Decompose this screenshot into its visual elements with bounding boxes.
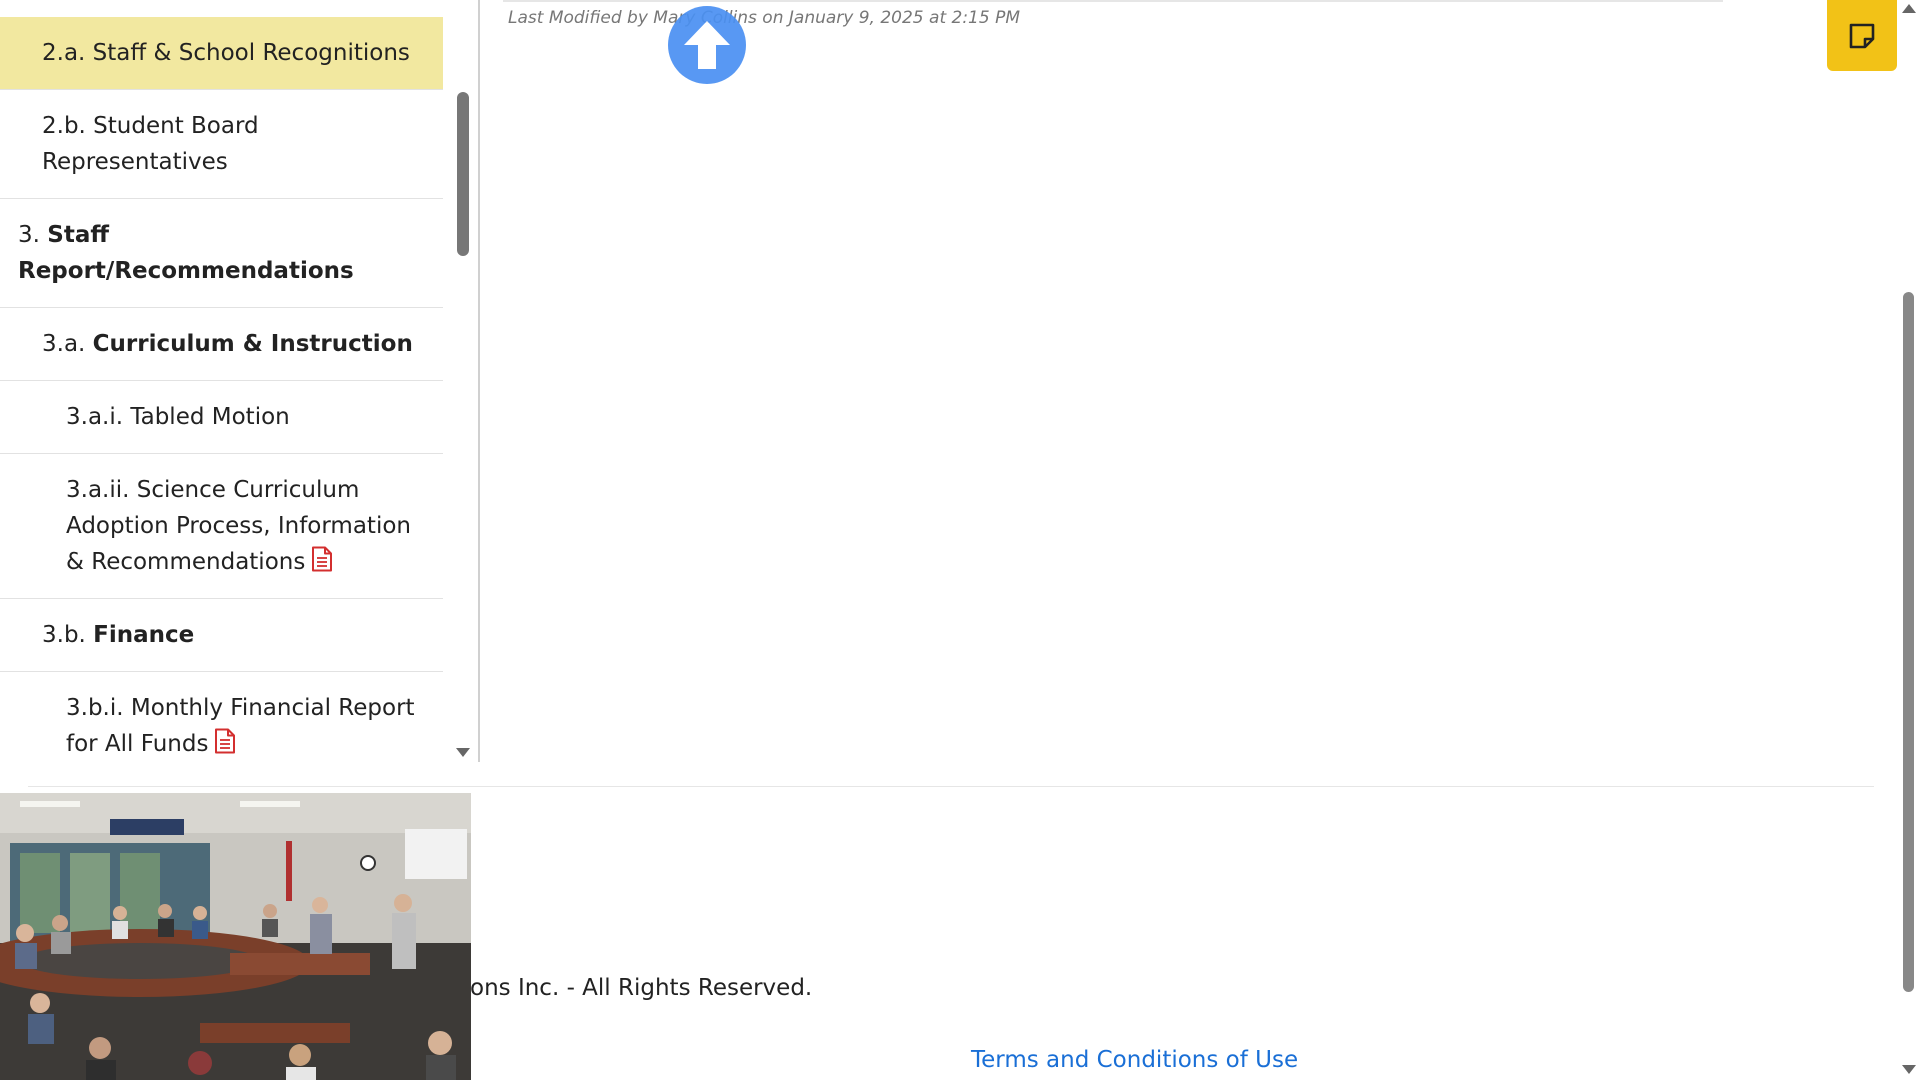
- agenda-item-number: 2.b.: [42, 113, 86, 139]
- agenda-item-title: Tabled Motion: [130, 404, 290, 430]
- meeting-video-frame: [0, 793, 471, 1080]
- sidebar-scrollbar-thumb[interactable]: [457, 92, 469, 256]
- sidebar-divider: [478, 0, 480, 762]
- terms-link[interactable]: Terms and Conditions of Use: [971, 1047, 1298, 1073]
- page-scrollbar-thumb[interactable]: [1903, 292, 1914, 992]
- agenda-item[interactable]: 3.b.i. Monthly Financial Report for All …: [0, 672, 443, 762]
- agenda-item[interactable]: 3. Staff Report/Recommendations: [0, 199, 443, 308]
- agenda-item[interactable]: 3.a.ii. Science Curriculum Adoption Proc…: [0, 454, 443, 599]
- content-top-rule: [503, 0, 1723, 2]
- page-scroll-down-arrow[interactable]: [1902, 1065, 1916, 1074]
- agenda-item[interactable]: 2.a. Staff & School Recognitions: [0, 17, 443, 90]
- agenda-item-number: 3.a.i.: [66, 404, 124, 430]
- meeting-video[interactable]: [0, 793, 471, 1080]
- agenda-item-title: Curriculum & Instruction: [92, 331, 413, 357]
- agenda-item-number: 3.: [18, 222, 40, 248]
- arrow-up-icon: [684, 21, 730, 69]
- copyright-text: ons Inc. - All Rights Reserved.: [470, 975, 813, 1001]
- agenda-item-number: 3.b.: [42, 622, 86, 648]
- document-icon[interactable]: [311, 546, 333, 572]
- agenda-item-title: Staff Report/Recommendations: [18, 222, 354, 284]
- agenda-item-number: 3.a.ii.: [66, 477, 130, 503]
- sticky-note-icon: [1849, 23, 1875, 48]
- agenda-item-number: 2.a.: [42, 40, 86, 66]
- agenda-item[interactable]: 3.a.i. Tabled Motion: [0, 381, 443, 454]
- content-footer-rule: [28, 786, 1874, 787]
- agenda-item-number: 3.a.: [42, 331, 86, 357]
- scroll-to-top-button[interactable]: [668, 6, 746, 84]
- agenda-item-number: 3.b.i.: [66, 695, 124, 721]
- agenda-item-title: Staff & School Recognitions: [92, 40, 410, 66]
- agenda-item-title: Finance: [93, 622, 195, 648]
- agenda-list: 2.a. Staff & School Recognitions 2.b. Stu…: [0, 17, 443, 762]
- agenda-sidebar: 2.a. Staff & School Recognitions 2.b. Stu…: [0, 0, 443, 762]
- page-scroll-up-arrow[interactable]: [1902, 4, 1916, 13]
- notes-button[interactable]: [1827, 0, 1897, 71]
- document-icon[interactable]: [214, 728, 236, 754]
- agenda-item[interactable]: 3.a. Curriculum & Instruction: [0, 308, 443, 381]
- agenda-item[interactable]: 2.b. Student Board Representatives: [0, 90, 443, 199]
- agenda-item[interactable]: 3.b. Finance: [0, 599, 443, 672]
- sidebar-scroll-down-arrow[interactable]: [456, 748, 470, 757]
- last-modified-text: Last Modified by Mary Collins on January…: [508, 8, 1021, 28]
